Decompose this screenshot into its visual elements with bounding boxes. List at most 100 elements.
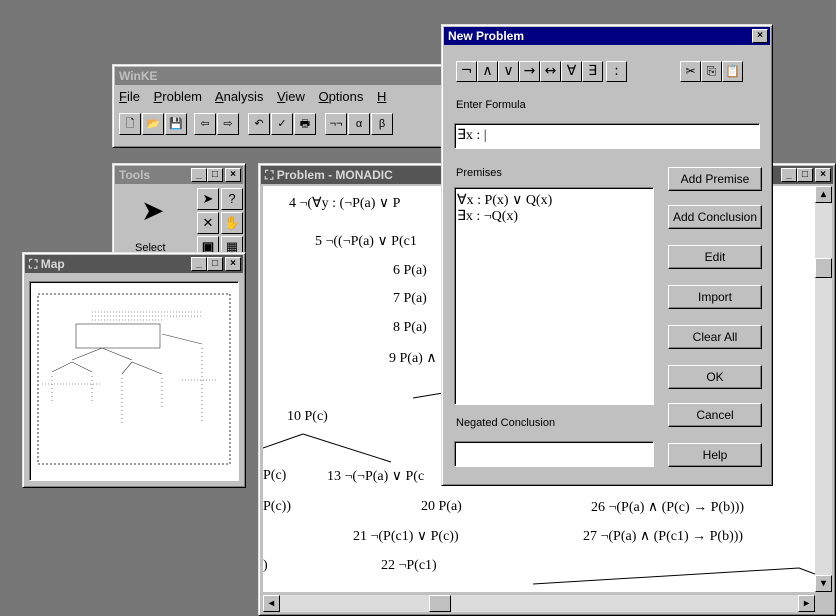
- symbol-iff-button[interactable]: ↔: [540, 61, 561, 82]
- arrow-tool-icon[interactable]: ➤: [197, 188, 219, 210]
- tree-node[interactable]: P(c): [263, 468, 286, 484]
- tree-node[interactable]: 7 P(a): [393, 291, 427, 307]
- scroll-right-arrow-icon[interactable]: ▸: [798, 595, 815, 612]
- negated-conclusion-input[interactable]: [454, 441, 654, 467]
- cut-icon[interactable]: ✂: [680, 61, 701, 82]
- import-button[interactable]: Import: [668, 285, 762, 309]
- new-file-icon[interactable]: 🗋: [119, 113, 141, 135]
- negated-conclusion-label: Negated Conclusion: [456, 417, 556, 429]
- new-problem-dialog: New Problem × ¬ ∧ ∨ → ↔ ∀ ∃: ✂ ⎘ 📋 Enter Formula…: [441, 24, 773, 486]
- symbol-or-button[interactable]: ∨: [498, 61, 519, 82]
- dialog-close-button[interactable]: ×: [752, 29, 768, 43]
- maximize-button[interactable]: □: [207, 257, 223, 271]
- tree-node[interactable]: 9 P(a) ∧: [389, 350, 437, 367]
- premises-label: Premises: [456, 167, 502, 179]
- ok-button[interactable]: OK: [668, 365, 762, 389]
- beta-icon[interactable]: β: [371, 113, 393, 135]
- winke-titlebar: WinKE: [115, 67, 449, 85]
- premise-item[interactable]: ∀x : P(x) ∨ Q(x): [457, 192, 552, 209]
- scroll-down-arrow-icon[interactable]: ▾: [815, 575, 832, 592]
- open-folder-icon[interactable]: 📂: [142, 113, 164, 135]
- close-button[interactable]: ×: [815, 168, 831, 182]
- tree-node[interactable]: 21 ¬(P(c1) ∨ P(c)): [353, 528, 459, 545]
- minimize-button[interactable]: _: [191, 257, 207, 271]
- horizontal-scroll-thumb[interactable]: [429, 595, 451, 612]
- formula-input[interactable]: ∃x : |: [454, 123, 760, 149]
- symbol-exists-button[interactable]: ∃: [582, 61, 603, 82]
- print-icon[interactable]: 🖶: [294, 113, 316, 135]
- map-titlebar: ⛶ Map _ □ ×: [25, 255, 243, 273]
- minimize-button[interactable]: _: [191, 168, 207, 182]
- map-title: Map: [40, 257, 65, 271]
- tree-node[interactable]: 8 P(a): [393, 320, 427, 336]
- menu-file[interactable]: File: [119, 89, 140, 104]
- delete-x-icon[interactable]: ✕: [197, 212, 219, 234]
- add-premise-button[interactable]: Add Premise: [668, 167, 762, 191]
- map-window: ⛶ Map _ □ ×: [22, 252, 246, 488]
- maximize-button[interactable]: □: [797, 168, 813, 182]
- tools-title: Tools: [119, 168, 151, 182]
- symbol-and-button[interactable]: ∧: [477, 61, 498, 82]
- horizontal-scrollbar[interactable]: ◂ ▸: [263, 595, 815, 612]
- scroll-left-arrow-icon[interactable]: ◂: [263, 595, 280, 612]
- maximize-button[interactable]: □: [207, 168, 223, 182]
- tree-node[interactable]: 5 ¬((¬P(a) ∨ P(c1: [315, 233, 417, 250]
- close-button[interactable]: ×: [225, 257, 241, 271]
- save-icon[interactable]: 💾: [165, 113, 187, 135]
- help-cursor-icon[interactable]: ?: [221, 188, 243, 210]
- vertical-scrollbar[interactable]: ▴ ▾: [815, 186, 832, 592]
- formula-input-value: ∃x : |: [457, 128, 487, 143]
- help-button[interactable]: Help: [668, 443, 762, 467]
- main-toolbar: 🗋 📂 💾 ⇦ ⇨ ↶ ✓ 🖶 ¬¬ α β: [119, 113, 449, 139]
- copy-icon[interactable]: ⎘: [701, 61, 722, 82]
- back-arrow-icon[interactable]: ⇦: [194, 113, 216, 135]
- paste-icon[interactable]: 📋: [722, 61, 743, 82]
- edit-button[interactable]: Edit: [668, 245, 762, 269]
- menu-problem[interactable]: Problem: [154, 89, 202, 104]
- tree-node[interactable]: 10 P(c): [287, 409, 328, 425]
- problem-title-icon: ⛶: [265, 168, 277, 182]
- tree-node[interactable]: 4 ¬(∀y : (¬P(a) ∨ P: [289, 195, 400, 212]
- hand-icon[interactable]: ✋: [221, 212, 243, 234]
- forward-arrow-icon[interactable]: ⇨: [217, 113, 239, 135]
- add-conclusion-button[interactable]: Add Conclusion: [668, 205, 762, 229]
- double-negation-icon[interactable]: ¬¬: [325, 113, 347, 135]
- scroll-thumb[interactable]: [815, 258, 832, 278]
- symbol-implies-button[interactable]: →: [519, 61, 540, 82]
- menu-bar: File Problem Analysis View Options H: [119, 89, 386, 104]
- close-button[interactable]: ×: [225, 168, 241, 182]
- logic-symbol-toolbar: ¬ ∧ ∨ → ↔ ∀ ∃:: [456, 61, 627, 82]
- premises-list[interactable]: ∀x : P(x) ∨ Q(x) ∃x : ¬Q(x): [454, 187, 654, 405]
- tools-window: Tools _ □ × ➤ Select ➤ ? ✕ ✋ ▣ ▦: [112, 163, 246, 263]
- check-icon[interactable]: ✓: [271, 113, 293, 135]
- symbol-forall-button[interactable]: ∀: [561, 61, 582, 82]
- menu-help[interactable]: H: [377, 89, 386, 104]
- menu-options[interactable]: Options: [319, 89, 364, 104]
- tree-node[interactable]: 6 P(a): [393, 263, 427, 279]
- cancel-button[interactable]: Cancel: [668, 403, 762, 427]
- dialog-title: New Problem: [448, 29, 525, 43]
- tree-node[interactable]: 13 ¬(¬P(a) ∨ P(c: [327, 468, 424, 485]
- winke-title: WinKE: [119, 69, 158, 83]
- menu-analysis[interactable]: Analysis: [215, 89, 263, 104]
- tree-node[interactable]: 27 ¬(P(a) ∧ (P(c1) → P(b))): [583, 528, 743, 545]
- undo-icon[interactable]: ↶: [248, 113, 270, 135]
- dialog-titlebar: New Problem ×: [444, 27, 770, 45]
- scroll-up-arrow-icon[interactable]: ▴: [815, 186, 832, 203]
- tree-node[interactable]: P(c)): [263, 499, 291, 515]
- map-canvas[interactable]: [29, 281, 239, 481]
- winke-window: WinKE File Problem Analysis View Options…: [112, 64, 452, 148]
- tree-node[interactable]: 22 ¬P(c1): [381, 558, 437, 574]
- alpha-icon[interactable]: α: [348, 113, 370, 135]
- tree-node[interactable]: 20 P(a): [421, 499, 462, 515]
- tree-node[interactable]: 26 ¬(P(a) ∧ (P(c) → P(b))): [591, 499, 744, 516]
- tree-node[interactable]: ): [263, 558, 268, 574]
- premise-item[interactable]: ∃x : ¬Q(x): [457, 208, 518, 225]
- menu-view[interactable]: View: [277, 89, 305, 104]
- symbol-negation-button[interactable]: ¬: [456, 61, 477, 82]
- minimize-button[interactable]: _: [781, 168, 797, 182]
- symbol-colon-button[interactable]: :: [606, 61, 627, 82]
- clear-all-button[interactable]: Clear All: [668, 325, 762, 349]
- problem-title: Problem - MONADIC: [276, 168, 393, 182]
- select-arrow-icon[interactable]: ➤: [141, 194, 164, 227]
